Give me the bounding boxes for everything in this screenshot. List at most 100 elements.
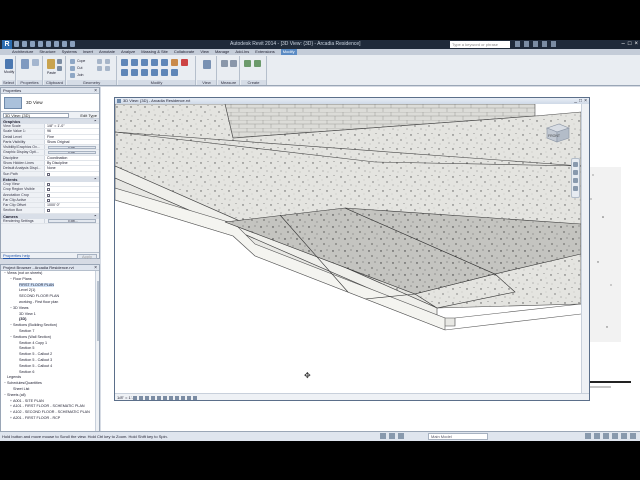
copy-icon[interactable] <box>57 66 62 71</box>
array-icon[interactable] <box>161 69 168 76</box>
pin-icon[interactable] <box>171 59 178 66</box>
scale-icon[interactable] <box>171 69 178 76</box>
print-icon[interactable] <box>46 41 51 47</box>
subscription-icon[interactable] <box>524 41 529 47</box>
star-icon[interactable] <box>533 41 538 47</box>
property-value[interactable]: By Discipline <box>45 161 99 166</box>
property-checkbox-cell[interactable] <box>45 181 99 187</box>
group-extents[interactable]: Extents ⌃ <box>1 176 99 182</box>
revit-logo-button[interactable]: R <box>2 40 12 49</box>
dimension-icon[interactable] <box>230 60 237 67</box>
property-checkbox-cell[interactable] <box>45 171 99 176</box>
save-icon[interactable] <box>22 41 27 47</box>
demolish-icon[interactable] <box>105 66 110 71</box>
sign-in-icon[interactable] <box>542 41 547 47</box>
collapse-icon[interactable]: ⌃ <box>94 177 97 182</box>
edit-type-button[interactable]: Edit Type <box>80 113 97 118</box>
mirror-draw-icon[interactable] <box>151 59 158 66</box>
property-value[interactable]: 1/8" = 1'-0" <box>45 124 99 129</box>
create-parts-icon[interactable] <box>254 60 261 67</box>
design-options-icon[interactable] <box>389 433 395 439</box>
steering-wheel-icon[interactable] <box>573 162 578 167</box>
shadows-icon[interactable] <box>151 395 155 400</box>
cut-clipboard-icon[interactable] <box>57 59 62 64</box>
property-checkbox-cell[interactable] <box>45 192 99 197</box>
reveal-hidden-icon[interactable] <box>187 395 191 400</box>
trim-extend-icon[interactable] <box>151 69 158 76</box>
3d-model-canvas[interactable] <box>115 104 581 394</box>
minimize-icon[interactable]: – <box>622 40 625 49</box>
property-checkbox-cell[interactable] <box>45 187 99 192</box>
text-icon[interactable] <box>62 41 67 47</box>
temporary-hide-icon[interactable] <box>181 395 185 400</box>
apply-button[interactable]: Apply <box>77 253 97 259</box>
collapse-icon[interactable]: ⌃ <box>94 214 97 219</box>
browser-tree-item[interactable]: +A201 - FIRST FLOOR - RCP <box>1 416 99 422</box>
move-icon[interactable] <box>121 69 128 76</box>
search-input[interactable]: Type a keyword or phrase <box>450 41 510 48</box>
sun-path-icon[interactable] <box>145 395 149 400</box>
property-value[interactable]: 1000' 0" <box>45 203 99 208</box>
render-icon[interactable] <box>157 395 161 400</box>
analysis-display-icon[interactable] <box>193 395 197 400</box>
filter-icon[interactable] <box>630 433 636 439</box>
property-value[interactable]: 96 <box>45 129 99 134</box>
properties-icon[interactable] <box>21 59 29 69</box>
split-icon[interactable] <box>161 59 168 66</box>
property-edit-button[interactable]: Edit... <box>48 145 96 149</box>
property-value[interactable]: Coordination <box>45 155 99 161</box>
create-assembly-icon[interactable] <box>244 60 251 67</box>
property-checkbox[interactable] <box>47 193 50 197</box>
view-hide-icon[interactable] <box>203 60 211 69</box>
lock-3d-icon[interactable] <box>175 395 179 400</box>
copy-element-icon[interactable] <box>131 69 138 76</box>
split-face-icon[interactable] <box>105 59 110 64</box>
select-pinned-icon[interactable] <box>603 433 609 439</box>
paste-icon[interactable] <box>47 59 55 69</box>
main-model-dropdown[interactable]: Main Model <box>428 433 488 440</box>
detail-level-icon[interactable] <box>133 395 137 400</box>
worksets-icon[interactable] <box>380 433 386 439</box>
open-icon[interactable] <box>14 41 19 47</box>
paint-icon[interactable] <box>97 66 102 71</box>
crop-view-icon[interactable] <box>163 395 167 400</box>
rotate-icon[interactable] <box>141 69 148 76</box>
mirror-axis-icon[interactable] <box>141 59 148 66</box>
property-checkbox[interactable] <box>47 209 50 213</box>
align-icon[interactable] <box>121 59 128 66</box>
cut-geometry-icon[interactable] <box>70 66 75 71</box>
group-graphics[interactable]: Graphics ⌃ <box>1 119 99 124</box>
property-checkbox-cell[interactable] <box>45 208 99 213</box>
property-checkbox[interactable] <box>47 198 50 202</box>
property-checkbox[interactable] <box>47 172 50 176</box>
select-links-icon[interactable] <box>585 433 591 439</box>
cope-icon[interactable] <box>70 59 75 64</box>
wall-joins-icon[interactable] <box>97 59 102 64</box>
property-value[interactable]: None <box>45 166 99 171</box>
instance-filter-dropdown[interactable]: 3D View: {3D} <box>3 112 69 118</box>
orbit-icon[interactable] <box>573 186 578 191</box>
measure-icon[interactable] <box>54 41 59 47</box>
viewcube[interactable]: FRONT <box>543 120 571 144</box>
select-by-face-icon[interactable] <box>612 433 618 439</box>
close-icon[interactable]: × <box>634 40 638 49</box>
zoom-icon[interactable] <box>573 170 578 175</box>
help-icon[interactable] <box>551 41 556 47</box>
property-checkbox[interactable] <box>47 182 50 186</box>
3d-view-icon[interactable] <box>70 41 75 47</box>
drag-elements-icon[interactable] <box>621 433 627 439</box>
maximize-icon[interactable]: □ <box>628 40 632 49</box>
undo-icon[interactable] <box>30 41 35 47</box>
binoculars-icon[interactable] <box>515 41 520 47</box>
offset-icon[interactable] <box>131 59 138 66</box>
3d-view-vertical-scrollbar[interactable] <box>581 104 589 394</box>
property-edit-button[interactable]: Edit... <box>48 219 96 223</box>
type-selector[interactable]: 3D View <box>1 94 99 112</box>
measure-between-icon[interactable] <box>221 60 228 67</box>
editable-only-icon[interactable] <box>398 433 404 439</box>
join-icon[interactable] <box>70 73 75 78</box>
group-camera[interactable]: Camera ⌃ <box>1 213 99 219</box>
browser-scroll-thumb[interactable] <box>96 281 99 341</box>
pan-icon[interactable] <box>573 178 578 183</box>
property-edit-button[interactable]: Edit... <box>48 150 96 155</box>
